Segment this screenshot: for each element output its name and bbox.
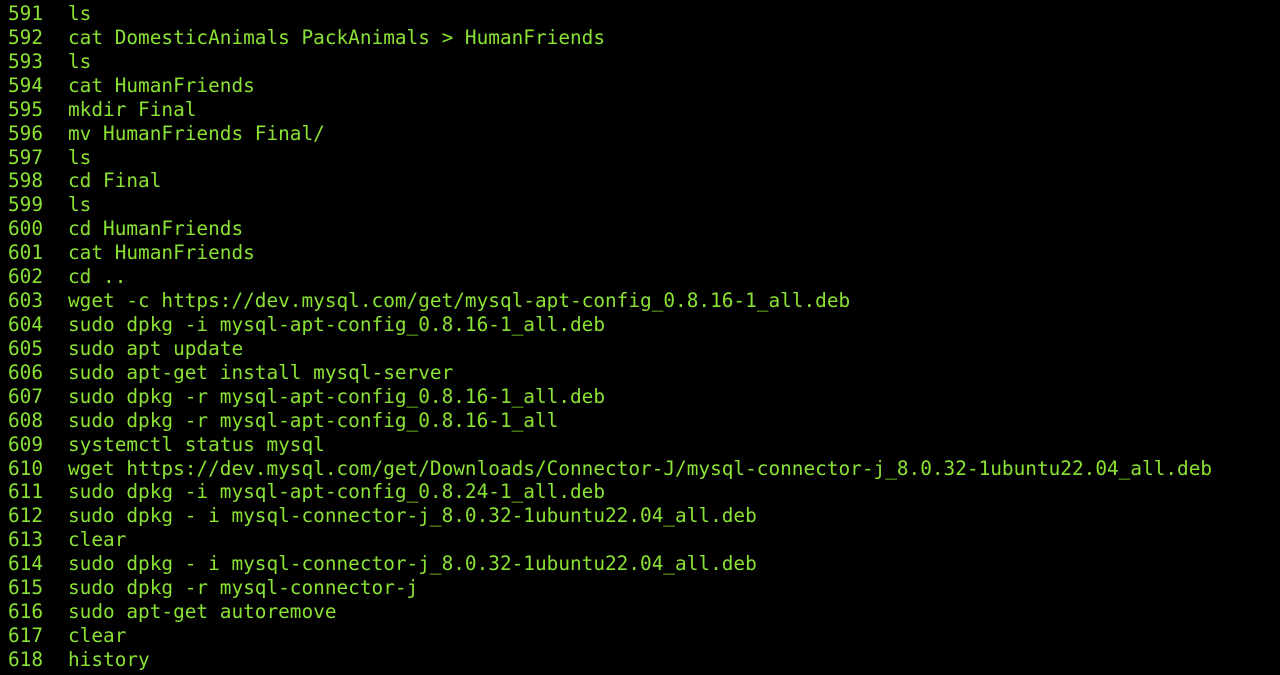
history-line-number: 596	[8, 121, 44, 145]
history-line: 612 sudo dpkg - i mysql-connector-j_8.0.3…	[0, 504, 1280, 528]
history-line-number: 600	[8, 217, 44, 241]
history-line: 607 sudo dpkg -r mysql-apt-config_0.8.16-…	[0, 385, 1280, 409]
history-line-number: 594	[8, 73, 44, 97]
history-line-number: 613	[8, 528, 44, 552]
history-line-number: 616	[8, 600, 44, 624]
history-line: 616 sudo apt-get autoremove	[0, 600, 1280, 624]
history-line-number: 615	[8, 576, 44, 600]
history-line: 610 wget https://dev.mysql.com/get/Downlo…	[0, 457, 1280, 481]
history-command-text: cat HumanFriends	[68, 73, 255, 97]
history-command-text: cd ..	[68, 265, 127, 289]
history-line: 600 cd HumanFriends	[0, 217, 1280, 241]
history-line: 591 ls	[0, 2, 1280, 26]
history-command-text: mkdir Final	[68, 97, 197, 121]
history-command-text: wget -c https://dev.mysql.com/get/mysql-…	[68, 289, 851, 313]
history-line: 601 cat HumanFriends	[0, 241, 1280, 265]
history-line-number: 606	[8, 360, 44, 384]
history-command-text: cd HumanFriends	[68, 217, 244, 241]
history-line-number: 618	[8, 647, 44, 671]
history-command-text: ls	[68, 145, 92, 169]
history-line-number: 608	[8, 408, 44, 432]
history-line: 614 sudo dpkg - i mysql-connector-j_8.0.3…	[0, 552, 1280, 576]
history-command-text: sudo dpkg - i mysql-connector-j_8.0.32-1…	[68, 504, 757, 528]
history-line-number: 601	[8, 241, 44, 265]
history-command-text: cat HumanFriends	[68, 241, 255, 265]
history-line: 606 sudo apt-get install mysql-server	[0, 361, 1280, 385]
history-line: 609 systemctl status mysql	[0, 433, 1280, 457]
history-line-number: 607	[8, 384, 44, 408]
history-command-text: wget https://dev.mysql.com/get/Downloads…	[68, 456, 1213, 480]
history-command-text: sudo dpkg -i mysql-apt-config_0.8.16-1_a…	[68, 312, 606, 336]
history-command-text: sudo dpkg -r mysql-apt-config_0.8.16-1_a…	[68, 408, 559, 432]
history-line-number: 591	[8, 2, 44, 25]
history-command-text: cd Final	[68, 169, 162, 193]
history-command-text: sudo apt-get install mysql-server	[68, 360, 454, 384]
history-line-number: 593	[8, 49, 44, 73]
history-line: 608 sudo dpkg -r mysql-apt-config_0.8.16-…	[0, 409, 1280, 433]
history-line: 613 clear	[0, 528, 1280, 552]
history-line-number: 610	[8, 456, 44, 480]
history-command-text: cat DomesticAnimals PackAnimals > HumanF…	[68, 25, 606, 49]
history-line: 618 history	[0, 648, 1280, 672]
history-line-number: 609	[8, 432, 44, 456]
history-line: 599 ls	[0, 193, 1280, 217]
history-command-text: clear	[68, 528, 127, 552]
history-line-number: 602	[8, 265, 44, 289]
history-line: 602 cd ..	[0, 265, 1280, 289]
history-line-number: 611	[8, 480, 44, 504]
history-line: 594 cat HumanFriends	[0, 74, 1280, 98]
history-command-text: history	[68, 647, 150, 671]
history-line-number: 599	[8, 193, 44, 217]
history-line: 611 sudo dpkg -i mysql-apt-config_0.8.24-…	[0, 480, 1280, 504]
history-line: 598 cd Final	[0, 169, 1280, 193]
history-line: 617 clear	[0, 624, 1280, 648]
history-command-text: ls	[68, 49, 92, 73]
history-line-number: 605	[8, 336, 44, 360]
history-line-number: 604	[8, 312, 44, 336]
history-line-number: 603	[8, 289, 44, 313]
history-command-text: sudo apt-get autoremove	[68, 600, 337, 624]
history-line-number: 592	[8, 25, 44, 49]
history-line-number: 598	[8, 169, 44, 193]
history-command-text: clear	[68, 623, 127, 647]
terminal-output[interactable]: 591 ls 592 cat DomesticAnimals PackAnimals …	[0, 0, 1280, 675]
history-line: 595 mkdir Final	[0, 98, 1280, 122]
history-line: 597 ls	[0, 146, 1280, 170]
history-line-number: 597	[8, 145, 44, 169]
history-line: 605 sudo apt update	[0, 337, 1280, 361]
history-line: 592 cat DomesticAnimals PackAnimals > Hum…	[0, 26, 1280, 50]
history-command-text: ls	[68, 193, 92, 217]
history-line: 596 mv HumanFriends Final/	[0, 122, 1280, 146]
history-line: 604 sudo dpkg -i mysql-apt-config_0.8.16-…	[0, 313, 1280, 337]
history-line: 603 wget -c https://dev.mysql.com/get/mys…	[0, 289, 1280, 313]
history-command-text: systemctl status mysql	[68, 432, 325, 456]
history-command-text: mv HumanFriends Final/	[68, 121, 325, 145]
history-command-text: sudo dpkg -i mysql-apt-config_0.8.24-1_a…	[68, 480, 606, 504]
history-command-text: sudo dpkg -r mysql-apt-config_0.8.16-1_a…	[68, 384, 606, 408]
history-line-number: 612	[8, 504, 44, 528]
history-command-text: sudo dpkg - i mysql-connector-j_8.0.32-1…	[68, 552, 757, 576]
history-line-number: 595	[8, 97, 44, 121]
history-line-number: 614	[8, 552, 44, 576]
history-line-number: 617	[8, 623, 44, 647]
history-line: 615 sudo dpkg -r mysql-connector-j	[0, 576, 1280, 600]
history-command-text: sudo apt update	[68, 336, 244, 360]
history-command-text: sudo dpkg -r mysql-connector-j	[68, 576, 419, 600]
history-line: 593 ls	[0, 50, 1280, 74]
history-command-text: ls	[68, 2, 92, 25]
